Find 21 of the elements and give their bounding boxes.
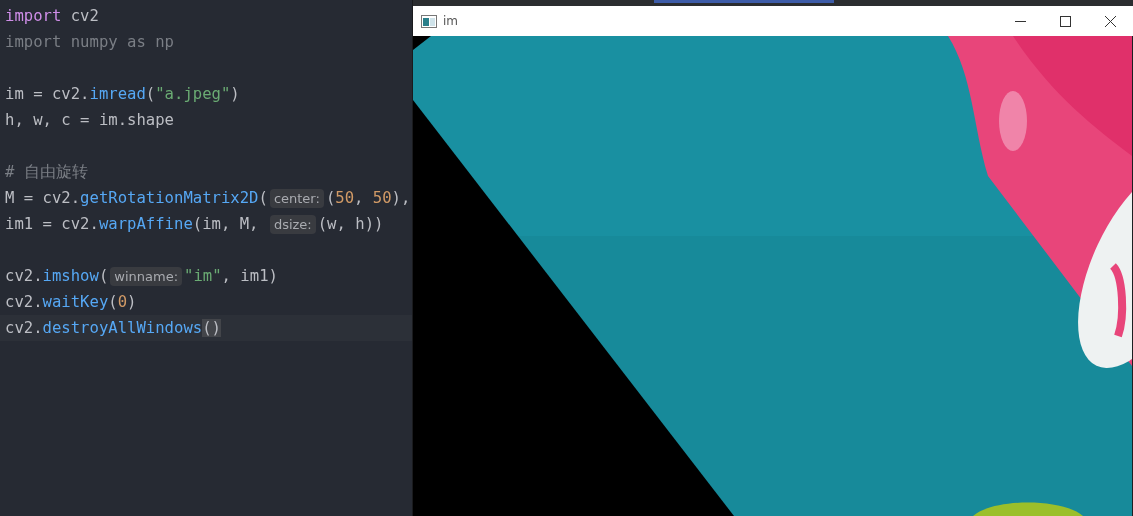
code-text: (w, h)) — [317, 215, 384, 233]
code-text: im1 = cv2.warpAffine(im, M, — [5, 215, 260, 233]
maximize-icon[interactable] — [1060, 15, 1071, 27]
code-text: cv2.waitKey(0) — [5, 293, 137, 311]
code-text: import numpy as np — [5, 33, 174, 51]
close-icon[interactable] — [1105, 15, 1116, 27]
parameter-hint: dsize: — [269, 214, 316, 234]
code-text: cv2.destroyAllWindows — [5, 319, 203, 337]
window-icon — [421, 14, 437, 28]
code-text: (50, 50), — [325, 189, 412, 207]
window-title: im — [443, 14, 460, 28]
parameter-hint: winname: — [110, 266, 183, 286]
matched-brackets: () — [202, 319, 221, 337]
code-text: M = cv2.getRotationMatrix2D( — [5, 189, 268, 207]
parameter-hint: center: — [269, 188, 324, 208]
code-text: cv2.imshow( — [5, 267, 109, 285]
code-text: "im", im1) — [184, 267, 278, 285]
code-text: im = cv2.imread("a.jpeg") — [5, 85, 240, 103]
code-text: h, w, c = im.shape — [5, 111, 174, 129]
code-text: import cv2 — [5, 7, 99, 25]
code-text: # 自由旋转 — [5, 161, 88, 183]
